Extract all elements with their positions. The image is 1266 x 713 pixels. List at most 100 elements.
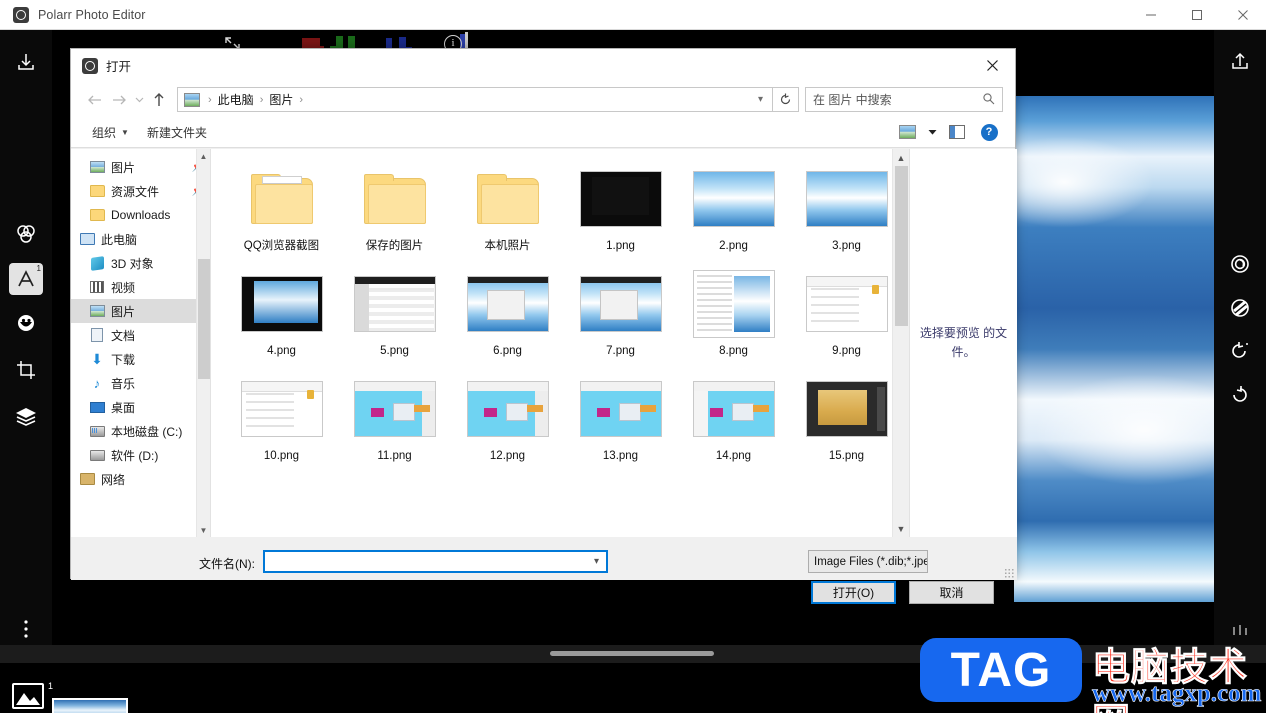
- text-tool-icon[interactable]: 1: [9, 262, 43, 296]
- list-item[interactable]: 3.png: [790, 159, 903, 264]
- sidebar-item-pictures-quick[interactable]: 图片 📌: [71, 155, 210, 179]
- sidebar-item-network[interactable]: 网络: [71, 467, 210, 491]
- close-icon[interactable]: [1220, 0, 1266, 30]
- list-item[interactable]: 保存的图片: [338, 159, 451, 264]
- minimize-icon[interactable]: [1128, 0, 1174, 30]
- file-thumbnail: [579, 381, 662, 437]
- sidebar-item-disk-d[interactable]: 软件 (D:): [71, 443, 210, 467]
- new-folder-button[interactable]: 新建文件夹: [138, 120, 216, 144]
- list-item[interactable]: 6.png: [451, 264, 564, 369]
- list-item[interactable]: 2.png: [677, 159, 790, 264]
- chevron-down-icon[interactable]: ▼: [197, 523, 210, 537]
- scrollbar-thumb[interactable]: [198, 259, 210, 379]
- app-title: Polarr Photo Editor: [38, 7, 146, 22]
- filename-input[interactable]: ▾: [263, 550, 608, 573]
- sidebar-item-3d-objects[interactable]: 3D 对象: [71, 251, 210, 275]
- spiral-icon[interactable]: [1223, 250, 1257, 280]
- forward-button[interactable]: [107, 88, 131, 112]
- chevron-down-icon[interactable]: ▼: [893, 520, 909, 537]
- network-icon: [79, 471, 95, 487]
- adjust-color-icon[interactable]: [9, 216, 43, 248]
- blur-icon[interactable]: [1223, 293, 1257, 323]
- sidebar-item-documents[interactable]: 文档: [71, 323, 210, 347]
- sidebar-item-music[interactable]: ♪ 音乐: [71, 371, 210, 395]
- search-icon[interactable]: [982, 92, 1002, 108]
- sidebar-item-this-pc[interactable]: 此电脑: [71, 227, 210, 251]
- folder-icon: [363, 159, 426, 239]
- resize-grip[interactable]: [1004, 568, 1014, 578]
- sidebar-item-pictures[interactable]: 图片: [71, 299, 210, 323]
- sidebar-item-resource-files[interactable]: 资源文件 📌: [71, 179, 210, 203]
- list-item[interactable]: 本机照片: [451, 159, 564, 264]
- list-item[interactable]: 12.png: [451, 369, 564, 474]
- file-label: 13.png: [602, 450, 639, 462]
- list-item[interactable]: 9.png: [790, 264, 903, 369]
- scrollbar-thumb[interactable]: [895, 166, 908, 326]
- breadcrumb-this-pc[interactable]: 此电脑: [216, 91, 256, 108]
- file-list-scrollbar[interactable]: ▲ ▼: [892, 149, 909, 537]
- view-layout-icon[interactable]: [893, 120, 921, 144]
- file-list[interactable]: QQ浏览器截图 保存的图片 本机照片 1.png 2.png 3.png 4.p…: [211, 149, 909, 537]
- file-thumbnail: [240, 276, 323, 332]
- organize-button[interactable]: 组织 ▼: [83, 120, 138, 144]
- back-button[interactable]: [83, 88, 107, 112]
- download-icon[interactable]: [9, 46, 43, 78]
- list-item[interactable]: 4.png: [225, 264, 338, 369]
- chevron-up-icon[interactable]: ▲: [893, 149, 909, 166]
- chevron-down-icon[interactable]: ▾: [594, 556, 606, 567]
- folder-icon: [250, 159, 313, 239]
- preview-pane-icon[interactable]: [943, 120, 971, 144]
- file-thumbnail: [579, 276, 662, 332]
- sidebar-item-label: Downloads: [111, 208, 171, 222]
- file-label: 保存的图片: [365, 240, 424, 252]
- scrollbar-thumb[interactable]: [550, 651, 714, 656]
- layers-icon[interactable]: [9, 400, 43, 432]
- list-item[interactable]: 1.png: [564, 159, 677, 264]
- file-label: 6.png: [493, 345, 522, 357]
- list-item[interactable]: 5.png: [338, 264, 451, 369]
- filmstrip-thumbnail[interactable]: [52, 698, 128, 713]
- refresh-icon[interactable]: [773, 87, 799, 112]
- up-button[interactable]: [147, 88, 171, 112]
- photo-canvas[interactable]: [1014, 96, 1214, 602]
- face-retouch-icon[interactable]: [9, 307, 43, 339]
- sidebar-item-desktop[interactable]: 桌面: [71, 395, 210, 419]
- dialog-title: 打开: [106, 60, 132, 74]
- more-options-icon[interactable]: [9, 613, 43, 645]
- maximize-icon[interactable]: [1174, 0, 1220, 30]
- list-item[interactable]: 14.png: [677, 369, 790, 474]
- chevron-up-icon[interactable]: ▲: [197, 149, 210, 163]
- cancel-button[interactable]: 取消: [909, 581, 994, 604]
- breadcrumb-pictures[interactable]: 图片: [267, 91, 295, 108]
- navpane-scrollbar[interactable]: ▲ ▼: [196, 149, 210, 537]
- list-item[interactable]: QQ浏览器截图: [225, 159, 338, 264]
- sidebar-item-videos[interactable]: 视频: [71, 275, 210, 299]
- chevron-down-icon[interactable]: ▾: [749, 94, 772, 105]
- search-input[interactable]: 在 图片 中搜索: [805, 87, 1003, 112]
- sidebar-item-label: 音乐: [111, 376, 136, 391]
- chevron-down-icon[interactable]: [925, 120, 939, 144]
- list-item[interactable]: 7.png: [564, 264, 677, 369]
- reset-icon[interactable]: [1223, 380, 1257, 410]
- sidebar-item-local-disk-c[interactable]: 本地磁盘 (C:): [71, 419, 210, 443]
- list-item[interactable]: 10.png: [225, 369, 338, 474]
- list-item[interactable]: 15.png: [790, 369, 903, 474]
- close-icon[interactable]: [970, 49, 1015, 82]
- list-item[interactable]: 8.png: [677, 264, 790, 369]
- search-placeholder: 在 图片 中搜索: [813, 93, 892, 107]
- crop-icon[interactable]: [9, 354, 43, 386]
- navigation-list: 图片 📌 资源文件 📌 Downloads 此电脑: [71, 149, 210, 491]
- filetype-select[interactable]: Image Files (*.dib;*.jpeg;*.svg ▾: [808, 550, 928, 573]
- history-icon[interactable]: [1223, 337, 1257, 367]
- list-item[interactable]: 11.png: [338, 369, 451, 474]
- sidebar-item-label: 本地磁盘 (C:): [111, 424, 183, 439]
- file-label: 4.png: [267, 345, 296, 357]
- address-bar[interactable]: › 此电脑 › 图片 › ▾: [177, 87, 773, 112]
- recent-locations-button[interactable]: [131, 88, 147, 112]
- upload-icon[interactable]: [1223, 46, 1257, 76]
- sidebar-item-downloads[interactable]: ⬇ 下载: [71, 347, 210, 371]
- help-icon[interactable]: ?: [975, 120, 1003, 144]
- sidebar-item-downloads-en[interactable]: Downloads: [71, 203, 210, 227]
- list-item[interactable]: 13.png: [564, 369, 677, 474]
- open-button[interactable]: 打开(O): [811, 581, 896, 604]
